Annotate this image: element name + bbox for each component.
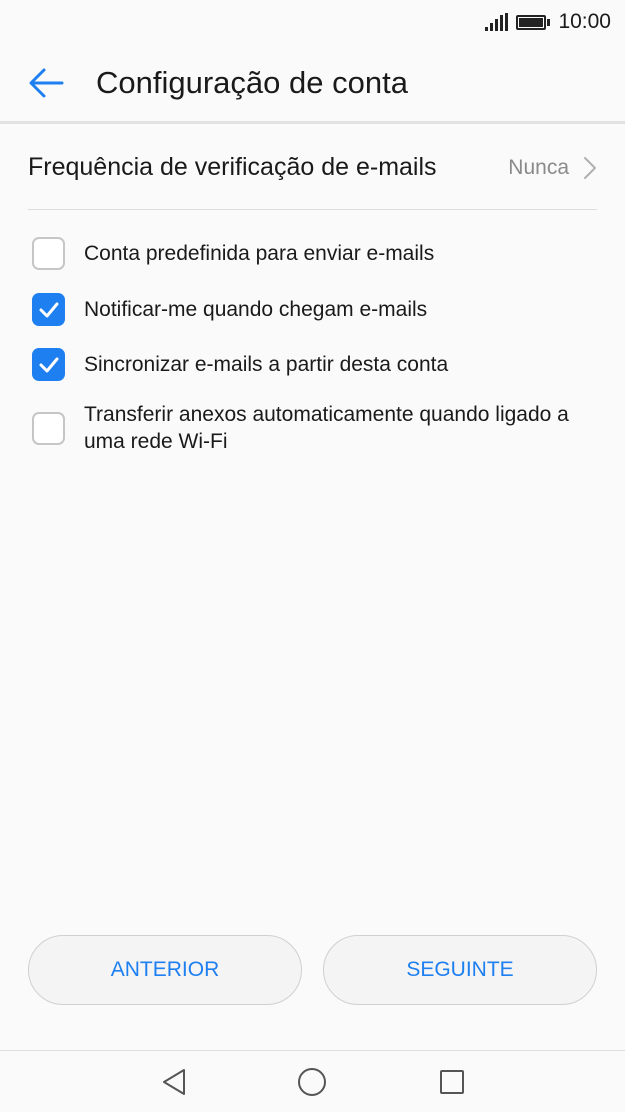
option-default-account[interactable]: Conta predefinida para enviar e-mails <box>32 237 602 270</box>
signal-icon <box>485 13 509 31</box>
nav-recents-button[interactable] <box>435 1065 469 1099</box>
option-sync-email[interactable]: Sincronizar e-mails a partir desta conta <box>32 348 602 381</box>
arrow-left-icon <box>29 68 64 97</box>
chevron-right-icon <box>584 156 596 179</box>
option-auto-download-attachments[interactable]: Transferir anexos automaticamente quando… <box>32 401 602 455</box>
next-button[interactable]: SEGUINTE <box>323 935 597 1005</box>
checkmark-icon <box>39 357 58 372</box>
status-bar: 10:00 <box>0 0 625 44</box>
checkbox[interactable] <box>32 348 65 381</box>
navigation-bar <box>0 1050 625 1112</box>
option-label: Transferir anexos automaticamente quando… <box>84 403 569 453</box>
checkbox[interactable] <box>32 237 65 270</box>
battery-icon <box>516 14 551 30</box>
check-frequency-label: Frequência de verificação de e-mails <box>28 153 437 181</box>
square-recents-icon <box>440 1070 464 1094</box>
nav-home-button[interactable] <box>295 1065 329 1099</box>
check-frequency-row[interactable]: Frequência de verificação de e-mails Nun… <box>28 126 597 210</box>
check-frequency-value: Nunca <box>508 155 569 179</box>
check-frequency-value-group: Nunca <box>508 156 597 180</box>
triangle-back-icon <box>163 1069 185 1095</box>
page-title: Configuração de conta <box>96 64 408 100</box>
option-label: Conta predefinida para enviar e-mails <box>84 242 435 265</box>
option-label: Notificar-me quando chegam e-mails <box>84 298 428 321</box>
app-bar: Configuração de conta <box>0 44 625 124</box>
checkmark-icon <box>39 302 58 317</box>
checkbox[interactable] <box>32 411 65 445</box>
back-button[interactable] <box>0 43 96 123</box>
status-time: 10:00 <box>558 10 611 33</box>
nav-back-button[interactable] <box>157 1065 191 1099</box>
option-label: Sincronizar e-mails a partir desta conta <box>84 353 449 376</box>
previous-button[interactable]: ANTERIOR <box>28 935 302 1005</box>
checkbox[interactable] <box>32 293 65 326</box>
circle-home-icon <box>298 1068 326 1096</box>
option-notify-new-mail[interactable]: Notificar-me quando chegam e-mails <box>32 293 602 326</box>
